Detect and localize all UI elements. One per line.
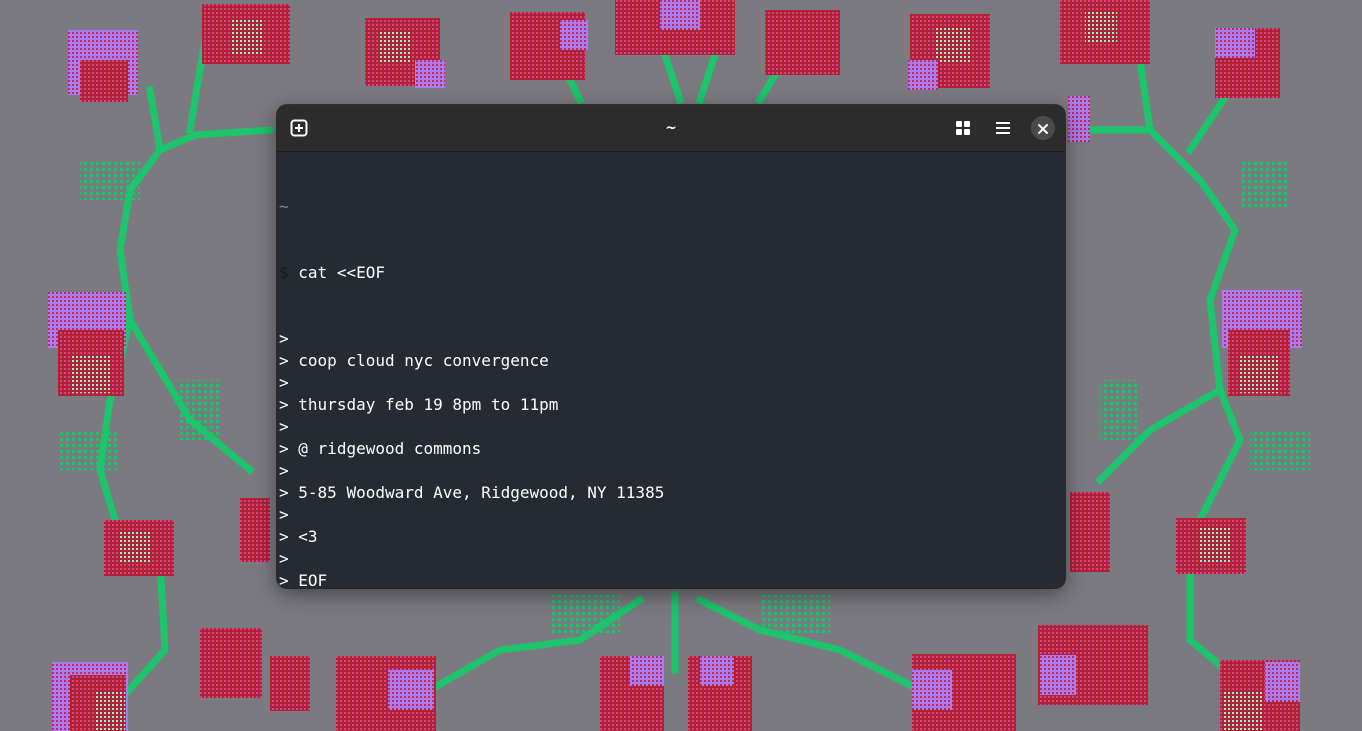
terminal-line-text: @ ridgewood commons <box>298 439 482 458</box>
prompt-symbol: $ <box>279 263 289 282</box>
continuation-prompt: > <box>279 439 289 458</box>
continuation-prompt: > <box>279 329 289 348</box>
continuation-prompt: > <box>279 549 289 568</box>
terminal-line-text: 5-85 Woodward Ave, Ridgewood, NY 11385 <box>298 483 665 502</box>
continuation-prompt: > <box>279 373 289 392</box>
terminal-line: > <box>279 548 1065 570</box>
prompt-cwd: ~ <box>279 197 289 216</box>
continuation-prompt: > <box>279 417 289 436</box>
tab-overview-icon <box>955 120 971 136</box>
continuation-prompt: > <box>279 505 289 524</box>
terminal-line: > 5-85 Woodward Ave, Ridgewood, NY 11385 <box>279 482 1065 504</box>
terminal-window: ~ ~ $ cat <<EOF > > coop cloud nyc conve… <box>277 105 1065 588</box>
terminal-line: > thursday feb 19 8pm to 11pm <box>279 394 1065 416</box>
terminal-line: > <box>279 460 1065 482</box>
new-tab-icon <box>290 119 308 137</box>
continuation-prompt: > <box>279 351 289 370</box>
terminal-line-text: coop cloud nyc convergence <box>298 351 549 370</box>
terminal-line-text: thursday feb 19 8pm to 11pm <box>298 395 559 414</box>
close-icon <box>1038 119 1048 138</box>
command-line: $ cat <<EOF <box>279 262 1065 284</box>
terminal-line-text: EOF <box>298 571 328 588</box>
continuation-prompt: > <box>279 571 289 588</box>
main-menu-button[interactable] <box>989 114 1017 142</box>
terminal-line: > <box>279 328 1065 350</box>
terminal-line: > <box>279 504 1065 526</box>
terminal-line: > EOF <box>279 570 1065 588</box>
terminal-line: > <3 <box>279 526 1065 548</box>
close-button[interactable] <box>1031 116 1055 140</box>
menu-icon <box>995 120 1011 136</box>
window-headerbar[interactable]: ~ <box>277 105 1065 152</box>
terminal-line-text: <3 <box>298 527 318 546</box>
tab-overview-button[interactable] <box>949 114 977 142</box>
continuation-prompt: > <box>279 395 289 414</box>
command-text: cat <<EOF <box>298 263 385 282</box>
continuation-prompt: > <box>279 461 289 480</box>
terminal-line: > <box>279 372 1065 394</box>
new-tab-button[interactable] <box>285 114 313 142</box>
heredoc-lines: > > coop cloud nyc convergence > > thursday… <box>279 328 1065 588</box>
terminal-line: > @ ridgewood commons <box>279 438 1065 460</box>
terminal-line: > <box>279 416 1065 438</box>
continuation-prompt: > <box>279 483 289 502</box>
terminal-output[interactable]: ~ $ cat <<EOF > > coop cloud nyc converge… <box>279 152 1065 588</box>
window-title: ~ <box>665 120 677 136</box>
terminal-line: > coop cloud nyc convergence <box>279 350 1065 372</box>
continuation-prompt: > <box>279 527 289 546</box>
